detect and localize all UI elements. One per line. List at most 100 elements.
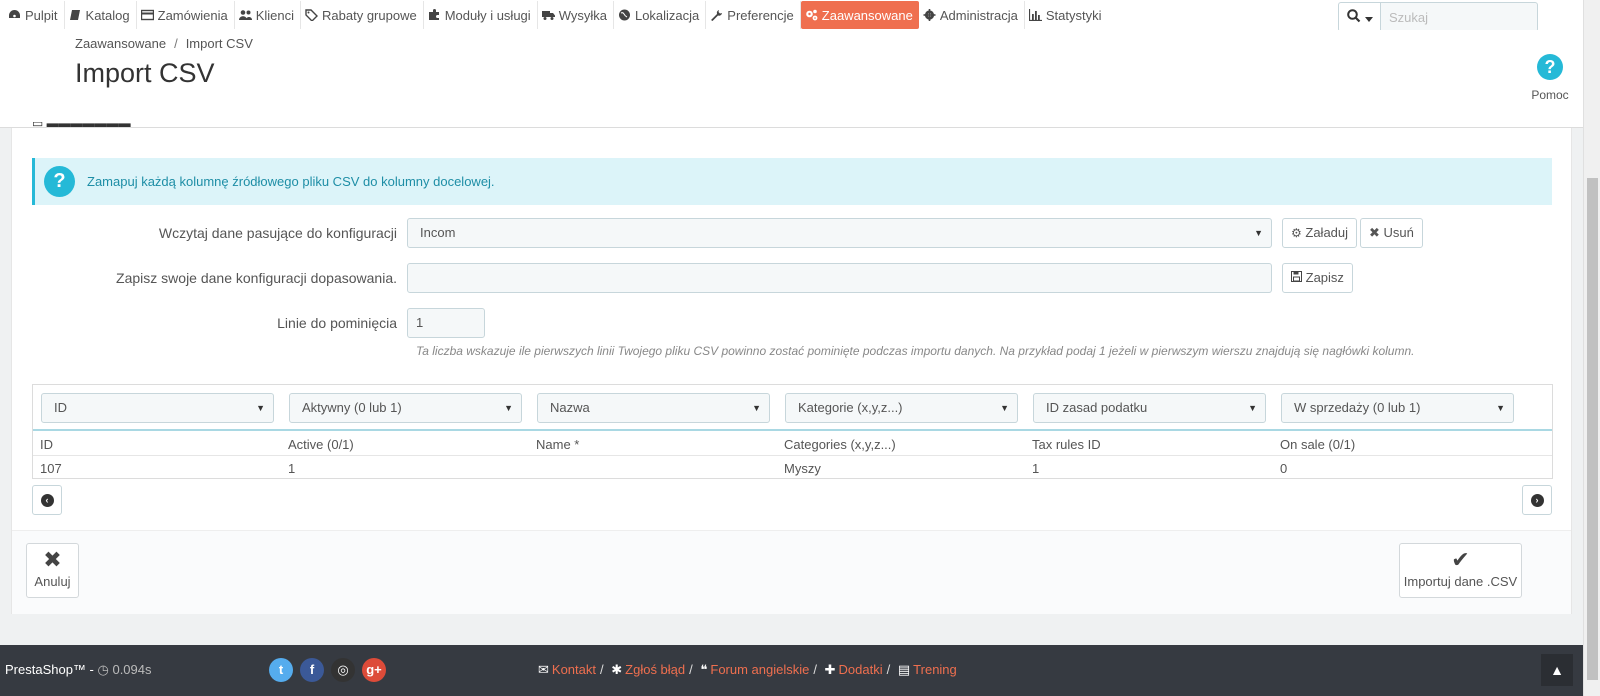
column-header: Active (0/1) bbox=[288, 437, 354, 452]
save-button[interactable]: Zapisz bbox=[1282, 263, 1353, 293]
breadcrumb-separator: / bbox=[174, 36, 178, 51]
nav-label: Preferencje bbox=[727, 7, 794, 23]
globe-icon bbox=[618, 9, 631, 21]
nav-item-pulpit[interactable]: Pulpit bbox=[4, 1, 65, 29]
check-icon: ✔ bbox=[1451, 547, 1470, 572]
scroll-top-button[interactable]: ▲ bbox=[1541, 654, 1573, 686]
wrench-icon bbox=[710, 9, 723, 21]
alert-text: Zamapuj każdą kolumnę źródłowego pliku C… bbox=[87, 174, 495, 189]
nav-item-administracja[interactable]: Administracja bbox=[919, 1, 1025, 29]
prev-columns-button[interactable]: ‹ bbox=[32, 485, 62, 515]
caret-down-icon: ▼ bbox=[1248, 403, 1257, 413]
search-type-button[interactable] bbox=[1338, 2, 1380, 32]
twitter-icon[interactable]: t bbox=[269, 658, 293, 682]
nav-label: Katalog bbox=[85, 7, 130, 23]
nav-item-zaawansowane[interactable]: Zaawansowane bbox=[800, 1, 919, 29]
facebook-icon[interactable]: f bbox=[300, 658, 324, 682]
skip-lines-input[interactable]: 1 bbox=[407, 308, 485, 338]
row-divider bbox=[33, 455, 1552, 456]
nav-label: Zamówienia bbox=[157, 7, 228, 23]
import-button[interactable]: ✔ Importuj dane .CSV bbox=[1399, 543, 1522, 598]
help-button[interactable]: ? Pomoc bbox=[1528, 54, 1572, 102]
footer-link-addons[interactable]: Dodatki bbox=[839, 662, 883, 677]
nav-item-klienci[interactable]: Klienci bbox=[235, 1, 302, 29]
mapping-select-4[interactable]: Kategorie (x,y,z...) ▼ bbox=[785, 393, 1018, 423]
clock-icon: ◷ bbox=[97, 662, 113, 677]
nav-label: Klienci bbox=[255, 7, 295, 23]
footer-link-training[interactable]: Trening bbox=[913, 662, 957, 677]
save-config-input[interactable] bbox=[407, 263, 1272, 293]
link-separator: / bbox=[600, 662, 604, 677]
mapping-select-1[interactable]: ID ▼ bbox=[41, 393, 274, 423]
arrow-up-icon: ▲ bbox=[1550, 662, 1564, 678]
close-icon: ✖ bbox=[1369, 225, 1380, 240]
mapping-select-5[interactable]: ID zasad podatku ▼ bbox=[1033, 393, 1266, 423]
info-alert: ? Zamapuj każdą kolumnę źródłowego pliku… bbox=[32, 158, 1552, 205]
skip-lines-hint: Ta liczba wskazuje ile pierwszych linii … bbox=[416, 344, 1415, 358]
scrollbar-thumb[interactable] bbox=[1587, 178, 1598, 680]
load-button-label: Załaduj bbox=[1305, 225, 1349, 240]
cogs-icon bbox=[805, 9, 818, 21]
brand-name: PrestaShop™ bbox=[5, 662, 86, 677]
caret-down-icon bbox=[1364, 10, 1373, 25]
nav-item-preferencje[interactable]: Preferencje bbox=[706, 1, 801, 29]
mapping-select-6[interactable]: W sprzedaży (0 lub 1) ▼ bbox=[1281, 393, 1514, 423]
nav-item-katalog[interactable]: Katalog bbox=[65, 1, 137, 29]
footer-link-forum[interactable]: Forum angielskie bbox=[710, 662, 809, 677]
column-header: Name * bbox=[536, 437, 580, 452]
nav-item-rabaty[interactable]: Rabaty grupowe bbox=[301, 1, 424, 29]
nav-item-statystyki[interactable]: Statystyki bbox=[1025, 1, 1108, 29]
mapping-select-2[interactable]: Aktywny (0 lub 1) ▼ bbox=[289, 393, 522, 423]
mapping-select-value: Kategorie (x,y,z...) bbox=[798, 400, 903, 415]
nav-item-zamowienia[interactable]: Zamówienia bbox=[137, 1, 235, 29]
load-config-label: Wczytaj dane pasujące do konfiguracji bbox=[158, 225, 397, 241]
next-columns-button[interactable]: › bbox=[1522, 485, 1552, 515]
tags-icon bbox=[305, 9, 319, 21]
search-input[interactable] bbox=[1380, 2, 1538, 32]
breadcrumb-parent[interactable]: Zaawansowane bbox=[75, 36, 166, 51]
footer-link-bug[interactable]: Zgłoś błąd bbox=[625, 662, 685, 677]
caret-down-icon: ▼ bbox=[504, 403, 513, 413]
nav-item-moduly[interactable]: Moduły i usługi bbox=[424, 1, 538, 29]
column-header: Categories (x,y,z...) bbox=[784, 437, 896, 452]
load-config-select[interactable]: Incom ▼ bbox=[407, 218, 1272, 248]
close-icon: ✖ bbox=[43, 547, 62, 572]
caret-down-icon: ▼ bbox=[256, 403, 265, 413]
cancel-button-label: Anuluj bbox=[34, 574, 71, 589]
import-button-label: Importuj dane .CSV bbox=[1403, 574, 1518, 589]
dashboard-icon bbox=[8, 9, 21, 21]
mapping-select-value: ID bbox=[54, 400, 67, 415]
mapping-table: ID ▼ Aktywny (0 lub 1) ▼ Nazwa ▼ Kategorie … bbox=[32, 384, 1553, 479]
nav-item-wysylka[interactable]: Wysyłka bbox=[538, 1, 614, 29]
load-button[interactable]: ⚙ Załaduj bbox=[1282, 218, 1358, 248]
nav-item-lokalizacja[interactable]: Lokalizacja bbox=[614, 1, 707, 29]
book-icon bbox=[69, 9, 82, 21]
google-plus-icon[interactable]: g+ bbox=[362, 658, 386, 682]
panel-heading-remnant: ▭ ▬▬▬▬▬▬▬ ▬▬▬▬▬▬ bbox=[32, 122, 131, 130]
save-button-label: Zapisz bbox=[1305, 270, 1344, 285]
question-icon: ? bbox=[1537, 54, 1563, 80]
mapping-select-value: ID zasad podatku bbox=[1046, 400, 1148, 415]
table-cell: 1 bbox=[288, 461, 296, 476]
nav-label: Lokalizacja bbox=[634, 7, 700, 23]
caret-down-icon: ▼ bbox=[1254, 228, 1263, 238]
cog-icon bbox=[923, 9, 936, 21]
cancel-button[interactable]: ✖ Anuluj bbox=[26, 543, 79, 598]
delete-button[interactable]: ✖ Usuń bbox=[1360, 218, 1423, 248]
column-header: ID bbox=[40, 437, 53, 452]
puzzle-icon bbox=[428, 9, 441, 21]
nav-label: Zaawansowane bbox=[821, 7, 913, 23]
search-bar bbox=[1338, 2, 1538, 32]
footer-link-contact[interactable]: Kontakt bbox=[552, 662, 596, 677]
skip-lines-label: Linie do pominięcia bbox=[277, 315, 397, 331]
column-header: On sale (0/1) bbox=[1280, 437, 1356, 452]
nav-label: Statystyki bbox=[1045, 7, 1102, 23]
footer-brand: PrestaShop™ - ◷ 0.094s bbox=[5, 662, 152, 678]
chevron-left-icon: ‹ bbox=[40, 493, 54, 507]
breadcrumb-current: Import CSV bbox=[185, 36, 253, 51]
github-icon[interactable]: ◎ bbox=[331, 658, 355, 682]
page-scrollbar[interactable] bbox=[1583, 0, 1600, 696]
mapping-select-3[interactable]: Nazwa ▼ bbox=[537, 393, 770, 423]
table-cell: 0 bbox=[1280, 461, 1288, 476]
delete-button-label: Usuń bbox=[1383, 225, 1414, 240]
